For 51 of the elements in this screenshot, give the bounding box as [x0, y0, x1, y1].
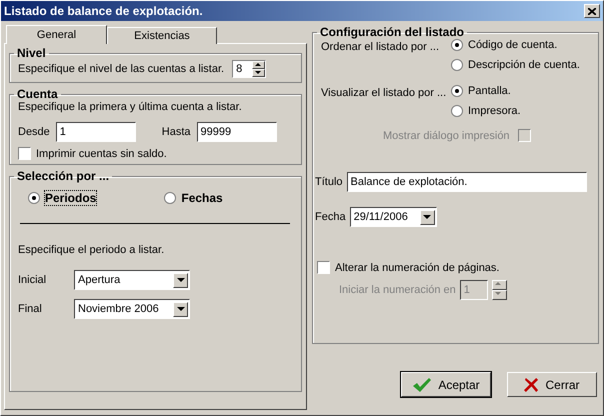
dialog-button[interactable]: Cerrar	[507, 372, 597, 397]
input-field[interactable]: Balance de explotación.	[346, 172, 587, 192]
input-field[interactable]: 99999	[196, 122, 277, 142]
option-label: Visualizar el listado por ...	[321, 87, 445, 101]
radio-option[interactable]: Descripción de cuenta.	[451, 59, 580, 71]
group-title: Configuración del listado	[319, 25, 466, 39]
radio-button[interactable]	[451, 39, 463, 51]
field-label: Iniciar la numeración en	[339, 284, 456, 296]
radio-button[interactable]	[164, 192, 176, 204]
group-title: Cuenta	[16, 87, 59, 101]
spinner-arrows-icon	[492, 280, 507, 300]
input-field[interactable]: 1	[56, 122, 136, 142]
dropdown[interactable]: Apertura	[74, 270, 190, 290]
field-label: Final	[18, 303, 43, 315]
date-picker[interactable]: 29/11/2006	[350, 207, 437, 227]
radio-option[interactable]: Impresora.	[451, 105, 521, 117]
number-spinner[interactable]: 8	[232, 60, 266, 78]
field-label: Desde	[18, 126, 50, 138]
window-title: Listado de balance de explotación.	[4, 4, 203, 18]
tab[interactable]: General	[6, 25, 107, 44]
group-title: Selección por ...	[16, 169, 110, 183]
radio-button[interactable]	[451, 59, 463, 71]
checkbox-label: Imprimir cuentas sin saldo.	[36, 148, 167, 160]
group-title: Nivel	[16, 46, 47, 60]
spinner-arrows-icon	[252, 61, 266, 77]
dropdown[interactable]: Noviembre 2006	[74, 299, 190, 319]
close-button[interactable]	[584, 4, 600, 18]
field-label: Título	[315, 176, 343, 188]
radio-button[interactable]	[28, 192, 40, 204]
radio-option[interactable]: Código de cuenta.	[451, 39, 580, 51]
checkbox[interactable]	[18, 147, 31, 160]
option-label: Ordenar el listado por ...	[321, 41, 440, 55]
tab[interactable]: Existencias	[107, 27, 217, 44]
dialog-button[interactable]: Aceptar	[401, 372, 491, 397]
cross-icon	[524, 377, 540, 392]
field-label: Inicial	[18, 274, 48, 286]
checkbox[interactable]	[317, 261, 330, 274]
radio-button[interactable]	[451, 85, 463, 97]
checkmark-icon	[412, 376, 432, 392]
checkbox-label: Alterar la numeración de páginas.	[335, 262, 500, 274]
close-icon	[588, 8, 596, 14]
field-label: Fecha	[315, 211, 346, 223]
instruction-text: Especifique el periodo a listar.	[18, 244, 166, 256]
checkbox-label: Mostrar diálogo impresión	[383, 130, 510, 142]
radio-button[interactable]	[451, 105, 463, 117]
instruction-text: Especifique la primera y última cuenta a listar.	[18, 101, 243, 113]
radio-option[interactable]: Periodos	[28, 191, 96, 205]
field-label: Hasta	[162, 126, 191, 138]
radio-option[interactable]: Pantalla.	[451, 85, 521, 97]
field-label: Especifique el nivel de las cuentas a listar.	[18, 63, 224, 75]
radio-option[interactable]: Fechas	[164, 191, 223, 205]
